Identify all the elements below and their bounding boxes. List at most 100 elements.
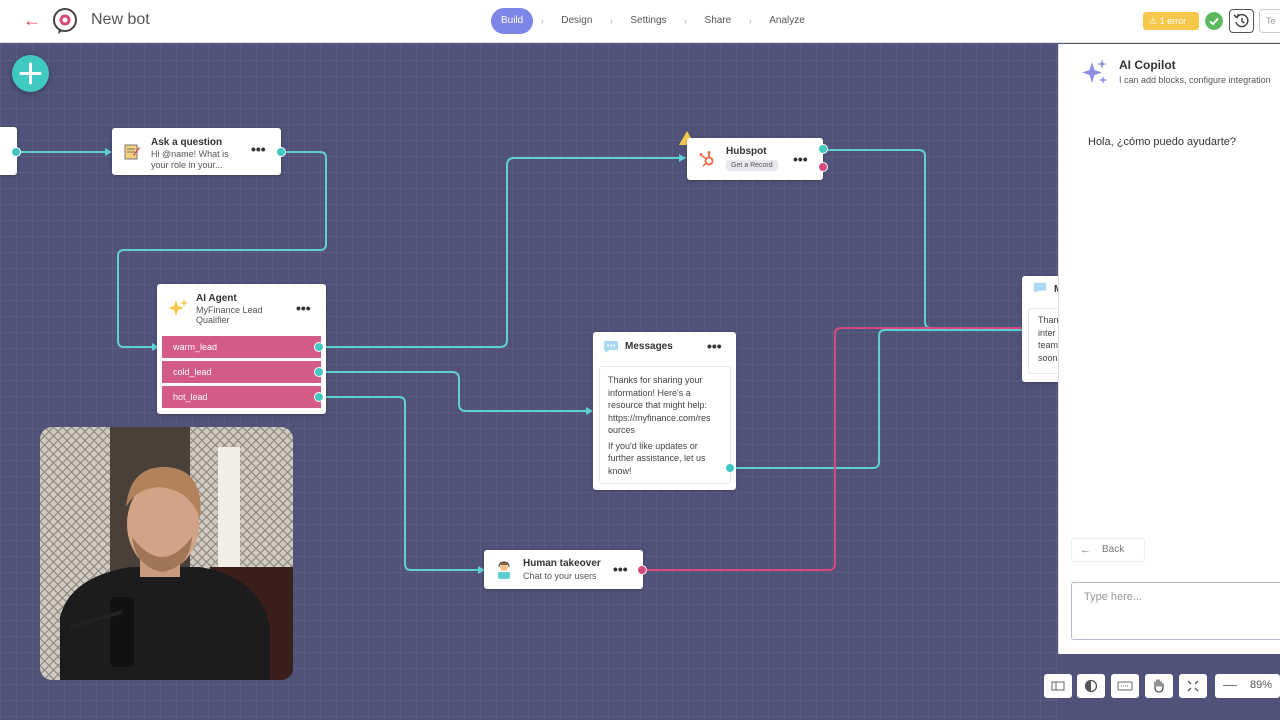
hubspot-icon xyxy=(699,151,714,167)
edge-cold-to-messages xyxy=(319,371,591,412)
edge-hot-to-human xyxy=(319,396,483,571)
copilot-greeting: Hola, ¿cómo puedo ayudarte? xyxy=(1088,136,1236,148)
sidebar-toggle-button[interactable] xyxy=(1044,674,1072,698)
message-text: Than xyxy=(1038,315,1058,325)
node-title: Messages xyxy=(625,341,673,352)
tab-build[interactable]: Build xyxy=(491,8,534,34)
node-subtitle: Chat to your users xyxy=(523,571,597,581)
keyboard-icon xyxy=(1117,681,1133,691)
edge-hubspot-success xyxy=(823,149,1022,329)
zoom-level: 89% xyxy=(1250,679,1273,691)
chat-bubble-icon xyxy=(1033,282,1047,294)
contrast-icon xyxy=(1084,679,1098,693)
more-options-icon[interactable]: ••• xyxy=(296,301,311,315)
node-title: Hubspot xyxy=(726,146,767,157)
back-button-label: Back xyxy=(1102,544,1125,555)
intent-warm-lead[interactable]: warm_lead xyxy=(162,336,321,358)
warning-icon: ⚠ xyxy=(1149,16,1158,26)
sidebar-toggle-icon xyxy=(1051,681,1065,691)
messages-output-port[interactable] xyxy=(725,463,735,473)
human-takeover-node[interactable]: Human takeover Chat to your users ••• xyxy=(484,550,643,589)
message-text: https://myfinance.com/res xyxy=(608,412,711,423)
chevron-right-icon: › xyxy=(684,16,688,26)
message-text: Thanks for sharing your xyxy=(608,375,703,385)
agent-person-icon xyxy=(498,561,510,579)
more-options-icon[interactable]: ••• xyxy=(793,152,808,166)
arrowhead xyxy=(586,407,593,415)
more-options-icon[interactable]: ••• xyxy=(613,562,628,576)
contrast-button[interactable] xyxy=(1077,674,1105,698)
notepad-icon xyxy=(124,144,140,160)
main-nav: Build › Design › Settings › Share › Anal… xyxy=(491,8,815,34)
top-bar: ← New bot Build › Design › Settings › Sh… xyxy=(0,0,1280,43)
intent-hot-lead[interactable]: hot_lead xyxy=(162,386,321,408)
warm-lead-port[interactable] xyxy=(314,342,324,352)
arrow-left-icon: ← xyxy=(1080,544,1091,556)
more-options-icon[interactable]: ••• xyxy=(707,339,722,353)
ask-question-node[interactable]: Ask a question Hi @name! What is your ro… xyxy=(112,128,281,175)
node-subtitle: Hi @name! What is xyxy=(151,149,229,159)
arrowhead xyxy=(105,148,112,156)
hubspot-action-chip: Get a Record xyxy=(726,160,778,171)
hubspot-success-port[interactable] xyxy=(818,144,828,154)
webcam-overlay xyxy=(40,427,293,680)
arrowhead xyxy=(679,154,686,162)
hubspot-node[interactable]: Hubspot Get a Record ••• xyxy=(687,138,823,180)
tab-share[interactable]: Share xyxy=(695,8,742,34)
message-text: further assistance, let us xyxy=(608,453,706,463)
message-node-partial[interactable]: M Than inter team soon xyxy=(1022,276,1058,382)
node-title: Ask a question xyxy=(151,137,223,148)
zoom-out-button[interactable]: — xyxy=(1223,676,1237,692)
bot-name[interactable]: New bot xyxy=(91,11,150,29)
intent-cold-lead[interactable]: cold_lead xyxy=(162,361,321,383)
pan-mode-button[interactable] xyxy=(1145,674,1173,698)
keyboard-button[interactable] xyxy=(1111,674,1139,698)
check-circle-icon xyxy=(1205,12,1223,30)
sparkles-icon xyxy=(168,299,188,316)
hubspot-failure-port[interactable] xyxy=(818,162,828,172)
test-button[interactable]: Te xyxy=(1259,9,1280,33)
plus-icon xyxy=(19,62,42,85)
node-title: AI Agent xyxy=(196,293,237,304)
more-options-icon[interactable]: ••• xyxy=(251,142,266,156)
message-text: ources xyxy=(608,425,636,435)
hand-pan-icon xyxy=(1154,679,1164,693)
presenter-video xyxy=(40,427,293,680)
copilot-chat-input[interactable] xyxy=(1071,582,1280,640)
history-button[interactable] xyxy=(1229,9,1254,33)
human-takeover-output-port[interactable] xyxy=(637,565,647,575)
messages-node[interactable]: Messages ••• Thanks for sharing your inf… xyxy=(593,332,736,490)
message-text: team xyxy=(1038,340,1058,350)
message-bubble: Than inter team soon xyxy=(1028,308,1058,374)
ai-agent-node[interactable]: AI Agent MyFinance Lead Qualifier ••• wa… xyxy=(157,284,326,414)
back-arrow-icon[interactable]: ← xyxy=(22,10,42,30)
fit-screen-button[interactable] xyxy=(1179,674,1207,698)
tab-analyze[interactable]: Analyze xyxy=(759,8,815,34)
edge-messages-out xyxy=(730,329,1022,469)
message-text: inter xyxy=(1038,327,1056,338)
start-output-port[interactable] xyxy=(11,147,21,157)
history-icon xyxy=(1233,13,1249,28)
edge-warm-to-hubspot xyxy=(319,157,684,348)
fit-screen-icon xyxy=(1187,680,1199,692)
message-text: If you'd like updates or xyxy=(608,440,698,451)
cold-lead-port[interactable] xyxy=(314,367,324,377)
message-bubble[interactable]: Thanks for sharing your information! Her… xyxy=(599,366,731,484)
zoom-control: — 89% xyxy=(1215,674,1280,698)
hot-lead-port[interactable] xyxy=(314,392,324,402)
copilot-subtitle: I can add blocks, configure integration xyxy=(1119,75,1271,85)
error-badge[interactable]: ⚠ 1 error xyxy=(1143,12,1199,30)
node-subtitle: Qualifier xyxy=(196,315,230,325)
ask-output-port[interactable] xyxy=(276,147,286,157)
node-subtitle: your role in your... xyxy=(151,160,223,170)
add-block-button[interactable] xyxy=(12,55,49,92)
sparkles-icon xyxy=(1082,59,1107,84)
tab-settings[interactable]: Settings xyxy=(620,8,676,34)
tab-design[interactable]: Design xyxy=(551,8,602,34)
message-text: know! xyxy=(608,465,632,476)
chat-bubble-icon xyxy=(604,341,618,353)
message-text: resource that might help: xyxy=(608,400,708,410)
error-badge-label: 1 error xyxy=(1159,16,1187,26)
back-button[interactable]: ← Back xyxy=(1071,538,1145,562)
chevron-right-icon: › xyxy=(748,16,752,26)
